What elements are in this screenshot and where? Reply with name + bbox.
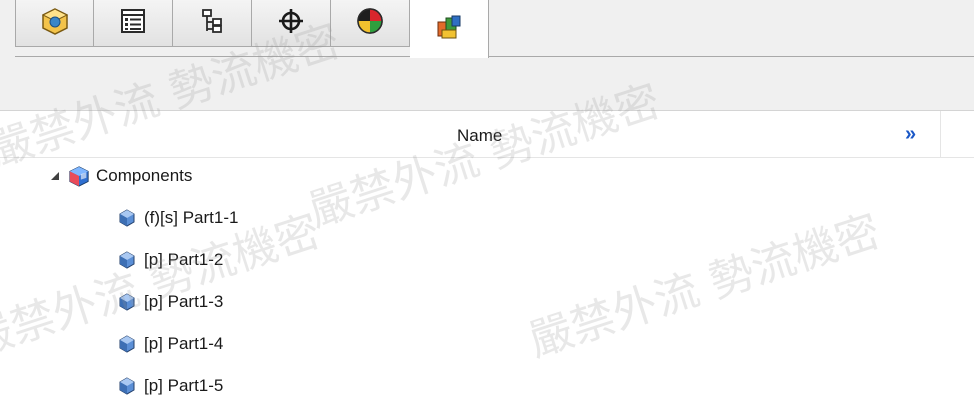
manager-tab-row <box>15 0 489 58</box>
appearance-sphere-icon <box>355 6 385 41</box>
configuration-tree-icon <box>198 7 226 40</box>
tab-display-manager[interactable] <box>331 0 410 47</box>
component-tree-panel: Name » Components (f)[s] Part1-1 [p] Par… <box>0 0 974 414</box>
part-icon <box>116 375 138 397</box>
components-folder-icon <box>68 165 90 187</box>
part-icon <box>116 249 138 271</box>
header-separator <box>940 111 941 157</box>
tab-property-manager[interactable] <box>94 0 173 47</box>
tab-dim-xpert-manager[interactable] <box>252 0 331 47</box>
tab-configuration-manager[interactable] <box>173 0 252 47</box>
tree-item-part[interactable]: [p] Part1-4 <box>116 329 223 359</box>
tab-motion-manager[interactable] <box>410 0 489 58</box>
tree-item-part[interactable]: (f)[s] Part1-1 <box>116 203 238 233</box>
tree-item-label: [p] Part1-2 <box>144 250 224 269</box>
tree-root-components[interactable]: Components <box>48 161 192 191</box>
tree-root-label: Components <box>96 166 193 185</box>
column-header: Name » <box>0 111 974 158</box>
tree-item-label: [p] Part1-4 <box>144 334 224 353</box>
manager-tab-strip <box>0 0 974 110</box>
tree-item-part[interactable]: [p] Part1-2 <box>116 245 223 275</box>
assembly-components-icon <box>434 12 464 47</box>
crosshair-icon <box>277 7 305 40</box>
component-tree: Components (f)[s] Part1-1 [p] Part1-2 [p… <box>0 160 974 414</box>
part-cube-icon <box>40 6 70 41</box>
tree-item-part[interactable]: [p] Part1-5 <box>116 371 223 401</box>
property-list-icon <box>119 7 147 40</box>
tab-baseline <box>15 56 974 57</box>
tab-feature-manager[interactable] <box>15 0 94 47</box>
tree-item-label: [p] Part1-3 <box>144 292 224 311</box>
tree-item-part[interactable]: [p] Part1-3 <box>116 287 223 317</box>
tree-item-label: (f)[s] Part1-1 <box>144 208 239 227</box>
name-column-header[interactable]: Name <box>457 126 502 146</box>
more-columns-button[interactable]: » <box>905 123 916 146</box>
part-icon <box>116 333 138 355</box>
tree-item-label: [p] Part1-5 <box>144 376 224 395</box>
part-icon <box>116 207 138 229</box>
part-icon <box>116 291 138 313</box>
collapse-triangle-icon[interactable] <box>48 169 62 183</box>
